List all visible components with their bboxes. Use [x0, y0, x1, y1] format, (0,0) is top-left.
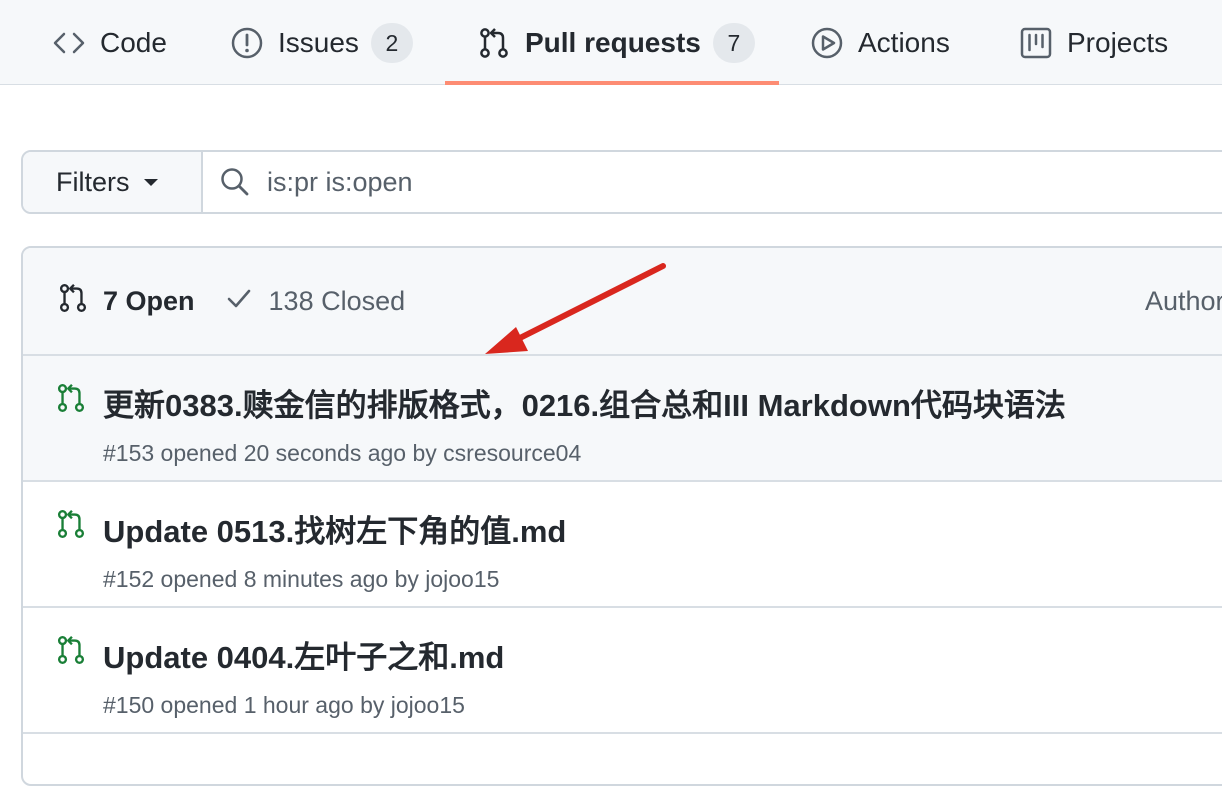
- tab-projects[interactable]: Projects: [1019, 0, 1168, 85]
- pull-request-meta: #150 opened 1 hour ago by jojoo15: [103, 692, 465, 719]
- search-icon: [219, 166, 251, 198]
- pull-request-author-link[interactable]: csresource04: [443, 440, 581, 466]
- pull-request-author-link[interactable]: jojoo15: [391, 692, 465, 718]
- repo-nav: Code Issues 2 Pull requests 7 Actions Pr…: [0, 0, 1222, 85]
- pull-request-row: Update 0404.左叶子之和.md #150 opened 1 hour …: [23, 608, 1222, 734]
- tab-actions[interactable]: Actions: [810, 0, 950, 85]
- tab-code[interactable]: Code: [52, 0, 167, 85]
- tab-code-label: Code: [100, 26, 167, 58]
- pull-request-meta: #152 opened 8 minutes ago by jojoo15: [103, 566, 499, 593]
- pull-requests-count-badge: 7: [712, 22, 755, 63]
- pull-request-row: 更新0383.赎金信的排版格式，0216.组合总和III Markdown代码块…: [23, 356, 1222, 482]
- git-pull-request-open-icon: [55, 508, 87, 540]
- tab-actions-label: Actions: [858, 26, 950, 58]
- git-pull-request-open-icon: [55, 634, 87, 666]
- filters-dropdown-button[interactable]: Filters: [23, 152, 203, 212]
- pull-request-meta-text: #152 opened 8 minutes ago by: [103, 566, 426, 592]
- filter-bar: Filters: [21, 150, 1222, 214]
- issue-opened-icon: [230, 26, 264, 60]
- pull-request-title-link[interactable]: Update 0404.左叶子之和.md: [103, 632, 504, 677]
- tab-pull-requests-label: Pull requests: [525, 26, 701, 58]
- tab-issues-label: Issues: [278, 26, 359, 58]
- closed-count-label: 138 Closed: [268, 285, 406, 316]
- open-count-label: 7 Open: [103, 285, 195, 316]
- tab-projects-label: Projects: [1067, 26, 1169, 58]
- pull-request-meta: #153 opened 20 seconds ago by csresource…: [103, 440, 581, 467]
- tab-issues[interactable]: Issues 2: [230, 0, 413, 85]
- selected-tab-underline: [445, 81, 779, 85]
- author-filter-label: Author: [1145, 285, 1222, 316]
- caret-down-icon: [143, 178, 158, 186]
- closed-filter-link[interactable]: 138 Closed: [225, 284, 406, 319]
- pull-request-meta-text: #150 opened 1 hour ago by: [103, 692, 391, 718]
- project-icon: [1019, 26, 1053, 60]
- pull-request-author-link[interactable]: jojoo15: [425, 566, 499, 592]
- play-icon: [810, 26, 844, 60]
- issues-count-badge: 2: [370, 22, 413, 63]
- search-input[interactable]: [267, 166, 1067, 198]
- pull-request-title-link[interactable]: Update 0513.找树左下角的值.md: [103, 506, 566, 551]
- search-wrapper: [203, 152, 1222, 212]
- pull-request-list: 7 Open 138 Closed Author 更新0383.赎金信的排版格式…: [21, 246, 1222, 786]
- code-icon: [52, 26, 86, 60]
- git-pull-request-icon: [57, 282, 89, 321]
- git-pull-request-open-icon: [55, 382, 87, 414]
- author-filter-dropdown[interactable]: Author: [1145, 248, 1222, 354]
- tab-pull-requests[interactable]: Pull requests 7: [477, 0, 755, 85]
- pull-request-meta-text: #153 opened 20 seconds ago by: [103, 440, 444, 466]
- filters-label: Filters: [56, 166, 130, 197]
- check-icon: [225, 284, 253, 319]
- pull-request-row: Update 0513.找树左下角的值.md #152 opened 8 min…: [23, 482, 1222, 608]
- open-filter-link[interactable]: 7 Open: [57, 282, 195, 321]
- pull-request-title-link[interactable]: 更新0383.赎金信的排版格式，0216.组合总和III Markdown代码块…: [103, 380, 1066, 425]
- git-pull-request-icon: [477, 26, 511, 60]
- list-header: 7 Open 138 Closed Author: [23, 248, 1222, 356]
